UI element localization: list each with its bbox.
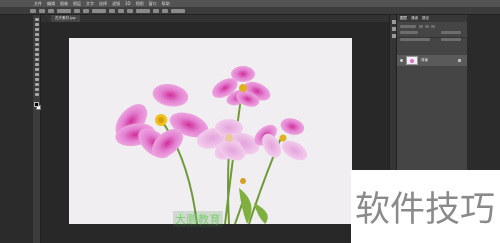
- document-tab-bar: 花卉素材.jpg: [41, 15, 389, 22]
- tab-channels[interactable]: 通道: [411, 16, 418, 21]
- properties-panel-icon[interactable]: [392, 27, 396, 31]
- eye-icon[interactable]: [400, 59, 403, 62]
- canvas-area[interactable]: 大鹏教育: [41, 22, 389, 243]
- gradient-tool-icon[interactable]: [35, 73, 39, 76]
- lock-icon: [458, 59, 461, 62]
- options-bar: [0, 7, 500, 15]
- tool-preset-icon[interactable]: [30, 8, 36, 13]
- left-gutter: [0, 15, 33, 243]
- menu-bar: 文件 编辑 图像 图层 文字 选择 滤镜 3D 视图 窗口 帮助: [0, 0, 500, 7]
- flower-large: [115, 83, 209, 159]
- option-icon[interactable]: [39, 8, 45, 13]
- history-panel-icon[interactable]: [392, 20, 396, 24]
- option-icon[interactable]: [48, 8, 54, 13]
- stamp-tool-icon[interactable]: [35, 58, 39, 61]
- eyedropper-tool-icon[interactable]: [35, 43, 39, 46]
- fill-field[interactable]: [441, 38, 461, 41]
- tab-paths[interactable]: 路径: [422, 16, 429, 21]
- healing-tool-icon[interactable]: [35, 48, 39, 51]
- filter-type-icon[interactable]: [431, 25, 435, 28]
- brush-tool-icon[interactable]: [35, 53, 39, 56]
- type-tool-icon[interactable]: [35, 93, 39, 96]
- option-icon[interactable]: [127, 8, 133, 13]
- document-tab[interactable]: 花卉素材.jpg: [51, 15, 80, 22]
- menu-window[interactable]: 窗口: [149, 1, 157, 7]
- tools-panel: [33, 15, 41, 243]
- flower-bud: [240, 178, 246, 184]
- foreground-color-swatch[interactable]: [34, 102, 39, 107]
- menu-type[interactable]: 文字: [86, 1, 94, 7]
- option-icon[interactable]: [83, 8, 89, 13]
- watermark-text: 大鹏教育: [173, 211, 223, 227]
- option-dropdown[interactable]: [171, 8, 185, 13]
- move-tool-icon[interactable]: [35, 18, 39, 21]
- flower-right: [254, 118, 308, 161]
- brand-overlay: 软件技巧: [351, 170, 500, 243]
- option-icon[interactable]: [109, 8, 115, 13]
- menu-help[interactable]: 帮助: [162, 1, 170, 7]
- option-dropdown[interactable]: [136, 8, 150, 13]
- menu-file[interactable]: 文件: [34, 1, 42, 7]
- option-icon[interactable]: [153, 8, 159, 13]
- menu-image[interactable]: 图像: [60, 1, 68, 7]
- dodge-tool-icon[interactable]: [35, 83, 39, 86]
- option-dropdown[interactable]: [92, 8, 106, 13]
- lasso-tool-icon[interactable]: [35, 28, 39, 31]
- option-dropdown[interactable]: [57, 8, 71, 13]
- eraser-tool-icon[interactable]: [35, 68, 39, 71]
- document-canvas[interactable]: [69, 38, 352, 224]
- layer-filter-dropdown[interactable]: [400, 25, 416, 28]
- opacity-field[interactable]: [441, 31, 461, 34]
- flower-top: [212, 66, 271, 107]
- blur-tool-icon[interactable]: [35, 78, 39, 81]
- layer-controls: [397, 22, 467, 41]
- leaves: [239, 188, 268, 224]
- crop-tool-icon[interactable]: [35, 38, 39, 41]
- layer-name: 背景: [421, 58, 428, 62]
- menu-layer[interactable]: 图层: [73, 1, 81, 7]
- history-brush-tool-icon[interactable]: [35, 63, 39, 66]
- menu-3d[interactable]: 3D: [125, 1, 131, 6]
- menu-select[interactable]: 选择: [99, 1, 107, 7]
- blend-mode-dropdown[interactable]: [400, 31, 418, 34]
- brand-text: 软件技巧: [355, 190, 496, 230]
- layer-thumbnail: [406, 56, 418, 65]
- lock-options[interactable]: [400, 38, 430, 41]
- filter-adjust-icon[interactable]: [425, 25, 429, 28]
- menu-edit[interactable]: 编辑: [47, 1, 55, 7]
- flower-photo: [115, 66, 308, 224]
- quick-select-tool-icon[interactable]: [35, 33, 39, 36]
- layer-row-background[interactable]: 背景: [397, 55, 467, 66]
- option-icon[interactable]: [162, 8, 168, 13]
- option-icon[interactable]: [118, 8, 124, 13]
- menu-view[interactable]: 视图: [136, 1, 144, 7]
- thumbnail-flower: [410, 59, 414, 63]
- pen-tool-icon[interactable]: [35, 88, 39, 91]
- adjustments-panel-icon[interactable]: [392, 34, 396, 38]
- tab-layers[interactable]: 图层: [400, 16, 407, 21]
- option-icon[interactable]: [74, 8, 80, 13]
- layers-panel-tabs: 图层 通道 路径: [397, 15, 467, 22]
- filter-pixel-icon[interactable]: [419, 25, 423, 28]
- marquee-tool-icon[interactable]: [35, 23, 39, 26]
- menu-filter[interactable]: 滤镜: [112, 1, 120, 7]
